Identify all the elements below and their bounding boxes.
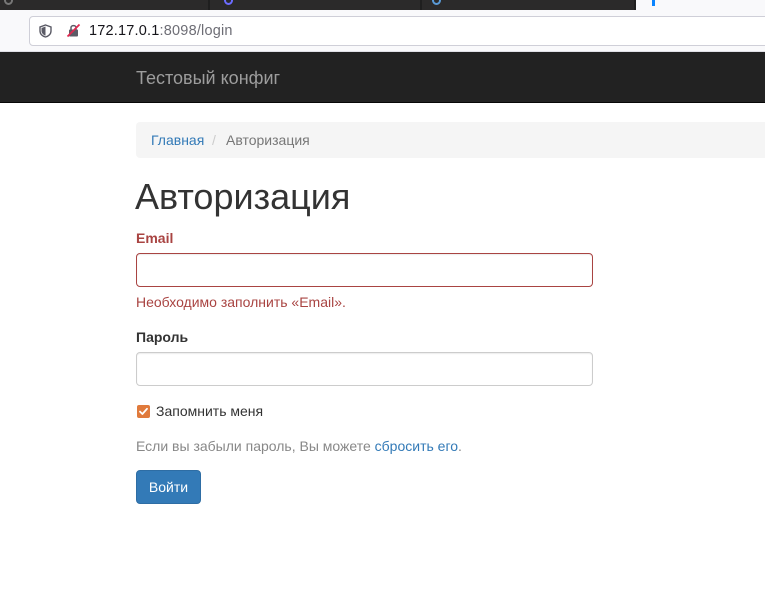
shield-icon[interactable]	[39, 24, 52, 38]
checkmark-icon	[139, 407, 148, 415]
reset-hint-period: .	[458, 438, 462, 454]
url-text[interactable]: 172.17.0.1:8098/login	[89, 23, 233, 40]
address-bar[interactable]: 172.17.0.1:8098/login	[29, 16, 765, 46]
lock-slash-icon[interactable]	[66, 23, 81, 38]
tab-loading-indicator	[652, 0, 655, 6]
remember-me-label[interactable]: Запомнить меня	[156, 402, 263, 420]
breadcrumb-home-link[interactable]: Главная	[151, 131, 204, 149]
site-navbar: Тестовый конфиг	[0, 52, 765, 103]
reset-hint-text: Если вы забыли пароль, Вы можете	[136, 438, 375, 454]
reset-password-hint: Если вы забыли пароль, Вы можете сбросит…	[136, 437, 462, 455]
browser-tab[interactable]	[0, 0, 208, 10]
remember-me-checkbox[interactable]	[137, 405, 150, 418]
breadcrumb-separator: /	[212, 132, 216, 148]
password-field[interactable]	[136, 352, 593, 386]
browser-tab[interactable]	[422, 0, 634, 10]
navbar-brand[interactable]: Тестовый конфиг	[136, 68, 280, 88]
login-button[interactable]: Войти	[136, 470, 201, 504]
page-title: Авторизация	[135, 176, 351, 217]
browser-toolbar: 172.17.0.1:8098/login	[0, 10, 765, 52]
reset-password-link[interactable]: сбросить его	[375, 438, 458, 454]
password-label: Пароль	[136, 329, 189, 345]
browser-tab[interactable]	[210, 0, 420, 10]
url-path: :8098/login	[159, 23, 233, 39]
browser-tab-strip	[0, 0, 765, 10]
email-error-message: Необходимо заполнить «Email».	[136, 294, 346, 310]
breadcrumb: Главная / Авторизация	[136, 122, 765, 158]
breadcrumb-current: Авторизация	[226, 132, 310, 148]
email-label: Email	[136, 230, 174, 246]
browser-tab-active[interactable]	[636, 0, 765, 10]
url-host: 172.17.0.1	[89, 23, 160, 39]
email-field[interactable]	[136, 253, 593, 287]
